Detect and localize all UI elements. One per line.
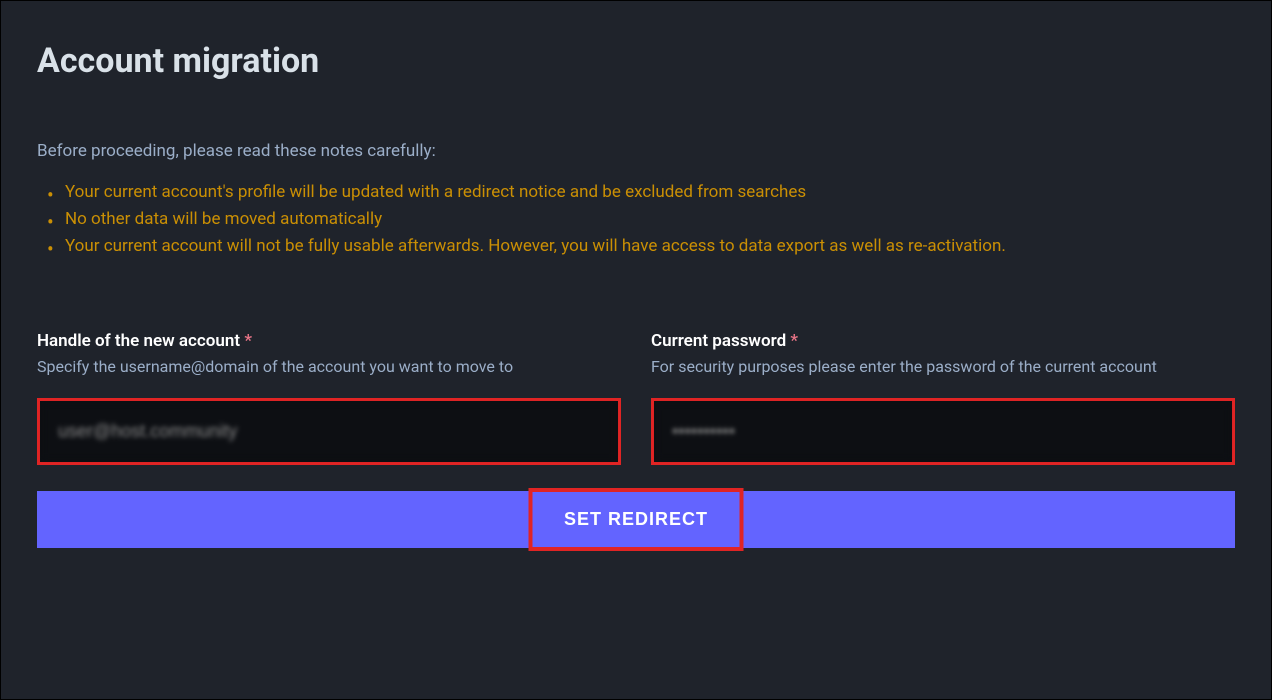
required-marker: * — [244, 331, 252, 351]
password-label: Current password * — [651, 331, 1235, 351]
list-item: Your current account will not be fully u… — [65, 233, 1235, 260]
submit-container: SET REDIRECT — [37, 491, 1235, 548]
password-group: Current password * For security purposes… — [651, 331, 1235, 465]
handle-group: Handle of the new account * Specify the … — [37, 331, 621, 465]
set-redirect-button[interactable]: SET REDIRECT — [37, 491, 1235, 548]
required-marker: * — [790, 331, 798, 351]
handle-input[interactable] — [44, 405, 614, 458]
password-hint: For security purposes please enter the p… — [651, 357, 1235, 376]
form-row: Handle of the new account * Specify the … — [37, 331, 1235, 465]
intro-text: Before proceeding, please read these not… — [37, 141, 1235, 161]
list-item: No other data will be moved automaticall… — [65, 206, 1235, 233]
handle-input-highlight — [37, 398, 621, 465]
password-input[interactable] — [658, 405, 1228, 458]
password-input-highlight — [651, 398, 1235, 465]
list-item: Your current account's profile will be u… — [65, 179, 1235, 206]
handle-hint: Specify the username@domain of the accou… — [37, 357, 621, 376]
notes-list: Your current account's profile will be u… — [37, 179, 1235, 261]
page-title: Account migration — [37, 41, 1235, 81]
handle-label: Handle of the new account * — [37, 331, 621, 351]
